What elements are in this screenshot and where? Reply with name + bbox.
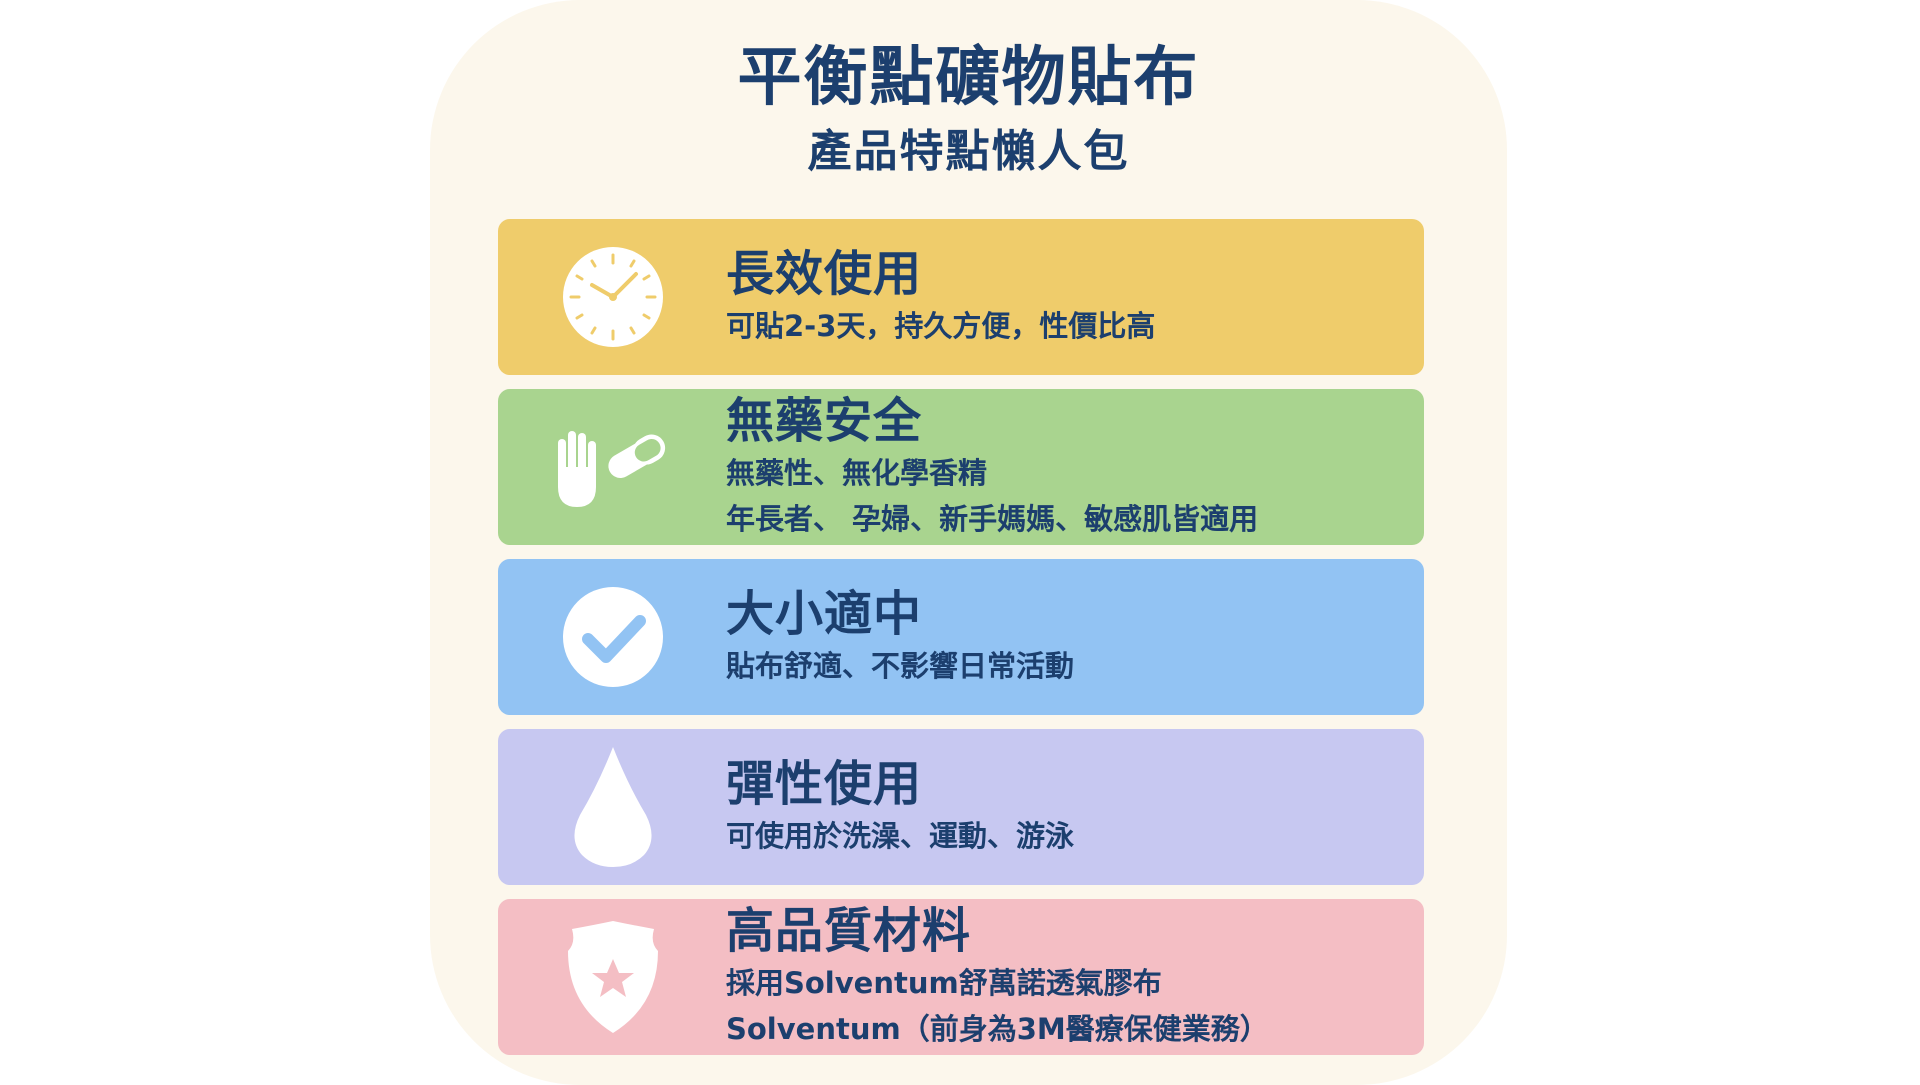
hand-pill-icon	[558, 417, 668, 517]
page-subtitle: 產品特點懶人包	[807, 126, 1130, 177]
feature-description: 採用Solventum舒萬諾透氣膠布	[726, 966, 1162, 1000]
feature-card-drug-free: 無藥安全 無藥性、無化學香精 年長者、 孕婦、新手媽媽、敏感肌皆適用	[498, 389, 1424, 545]
clock-icon	[558, 247, 668, 347]
feature-heading: 無藥安全	[726, 393, 923, 449]
feature-description: 年長者、 孕婦、新手媽媽、敏感肌皆適用	[726, 502, 1259, 536]
check-circle-icon	[558, 587, 668, 687]
feature-card-long-lasting: 長效使用 可貼2-3天，持久方便，性價比高	[498, 219, 1424, 375]
feature-heading: 彈性使用	[726, 756, 923, 812]
feature-card-quality-material: 高品質材料 採用Solventum舒萬諾透氣膠布 Solventum（前身為3M…	[498, 899, 1424, 1055]
page-title: 平衡點礦物貼布	[737, 41, 1200, 115]
feature-heading: 大小適中	[726, 586, 923, 642]
feature-card-flexible-use: 彈性使用 可使用於洗澡、運動、游泳	[498, 729, 1424, 885]
feature-description: Solventum（前身為3M醫療保健業務）	[726, 1012, 1269, 1046]
feature-description: 可貼2-3天，持久方便，性價比高	[726, 309, 1156, 343]
feature-heading: 高品質材料	[726, 903, 972, 959]
feature-heading: 長效使用	[726, 246, 923, 302]
water-drop-icon	[558, 745, 668, 869]
shield-star-icon	[558, 921, 668, 1033]
feature-description: 可使用於洗澡、運動、游泳	[726, 819, 1075, 853]
feature-description: 無藥性、無化學香精	[726, 456, 988, 490]
feature-description: 貼布舒適、不影響日常活動	[726, 649, 1075, 683]
feature-card-right-size: 大小適中 貼布舒適、不影響日常活動	[498, 559, 1424, 715]
